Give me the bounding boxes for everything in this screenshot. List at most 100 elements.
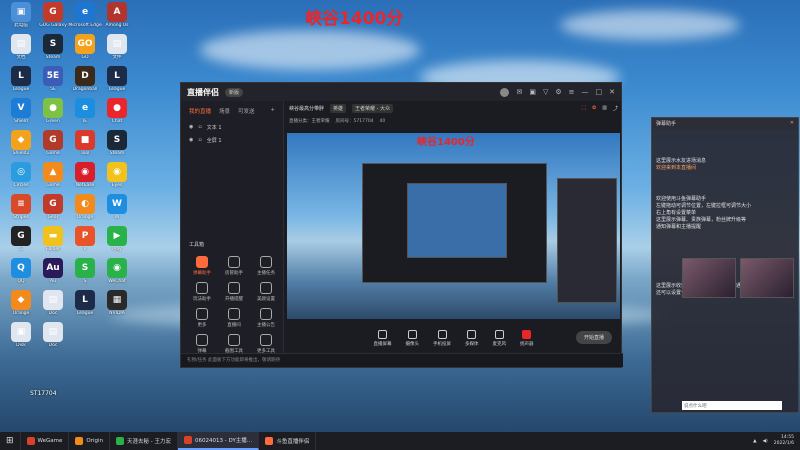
desktop-icon[interactable]: ▤ Doc xyxy=(36,322,70,349)
desktop-icon[interactable]: ▤ 文档 xyxy=(4,34,38,61)
tool-item[interactable]: 直播间 xyxy=(219,308,249,328)
desktop-icon[interactable]: PP xyxy=(68,226,102,253)
desktop-icon[interactable]: ▲ Game xyxy=(36,162,70,189)
live-companion-window[interactable]: 直播伴侣 新版 ✉ ▣ ▽ ⚙ ≡ — □ ✕ 我的直播 场景 可发送 + ◉ … xyxy=(180,82,623,368)
desktop-icon[interactable]: ▤ 文件 xyxy=(100,34,134,61)
taskbar-app[interactable]: WeGame xyxy=(21,432,70,450)
desktop-icon[interactable]: e IE xyxy=(68,98,102,125)
desktop-icon[interactable]: Au Au xyxy=(36,258,70,285)
desktop-icon[interactable]: ◐ Orange xyxy=(68,194,102,221)
taskbar-app[interactable]: Origin xyxy=(69,432,111,450)
desktop-icon[interactable]: A Among Us xyxy=(100,2,134,29)
scene-item[interactable]: ◉ ▫ 文本 1 xyxy=(181,121,283,134)
add-icon[interactable]: + xyxy=(270,107,275,115)
menu-icon[interactable]: ≡ xyxy=(569,88,575,97)
screen-capture-button[interactable]: 直播屏幕 xyxy=(374,329,392,347)
desktop-icon[interactable]: ◎ Circles xyxy=(4,162,38,189)
clock[interactable]: 14:55 2022/1/6 xyxy=(774,435,794,447)
network-icon[interactable]: ▲ xyxy=(753,439,756,444)
media-button[interactable]: 多媒体 xyxy=(465,329,479,347)
eye-icon[interactable]: ◉ xyxy=(189,124,193,131)
desktop-icon[interactable]: ≡ Stripes xyxy=(4,194,38,221)
start-live-button[interactable]: 开始直播 xyxy=(575,331,612,344)
start-button[interactable]: ⊞ xyxy=(0,432,21,450)
speaker-button[interactable]: 扬声器 xyxy=(520,329,534,347)
tab-send[interactable]: 可发送 xyxy=(238,107,255,115)
avatar[interactable] xyxy=(500,87,510,97)
tool-item[interactable]: 房管助手 xyxy=(219,256,249,276)
live-preview[interactable]: 峡谷1400分 xyxy=(287,133,620,319)
microphone-button[interactable]: 麦克风 xyxy=(493,329,506,347)
desktop-icon[interactable]: ◆ Orange xyxy=(4,290,38,317)
tool-item[interactable]: 更多工具 xyxy=(251,334,281,354)
desktop-icon[interactable]: ◉ WeChat xyxy=(100,258,134,285)
desktop-icon[interactable]: L League xyxy=(4,66,38,93)
desktop-icon[interactable]: G Game xyxy=(36,130,70,157)
gear-icon[interactable]: ⚙ xyxy=(555,88,561,97)
desktop-icon[interactable]: ▦ NVIDIA xyxy=(100,290,134,317)
scene-item[interactable]: ◉ ▫ 全屏 1 xyxy=(181,134,283,147)
shirt-icon[interactable]: ▽ xyxy=(543,88,548,97)
desktop-icon[interactable]: S Steam xyxy=(100,130,134,157)
desktop-icon[interactable]: L League xyxy=(68,290,102,317)
camera-button[interactable]: 摄像头 xyxy=(406,329,419,347)
tool-item[interactable]: 弹幕 xyxy=(187,334,217,354)
desktop-icon[interactable]: SS xyxy=(68,258,102,285)
box-icon[interactable]: ▣ xyxy=(529,88,536,97)
desktop-icon[interactable]: e Microsoft Edge xyxy=(68,2,102,29)
desktop-icon[interactable]: V Shield xyxy=(4,98,38,125)
tool-item[interactable]: 弹幕助手 xyxy=(187,256,217,276)
share-icon[interactable]: ⬚ xyxy=(581,105,586,111)
room-tag[interactable]: 英雄 xyxy=(330,103,347,113)
room-category[interactable]: 王者荣耀 - 大众 xyxy=(352,103,394,113)
desktop-icon[interactable]: ● Chat xyxy=(100,98,134,125)
share2-icon[interactable]: ⤴ xyxy=(613,105,618,112)
tool-item[interactable]: 截图工具 xyxy=(219,334,249,354)
desktop-icon[interactable]: Q QQ xyxy=(4,258,38,285)
desktop-icon[interactable]: ◆ Shield2 xyxy=(4,130,38,157)
tool-item[interactable]: 美颜设置 xyxy=(251,282,281,302)
tool-item[interactable]: 主播任务 xyxy=(251,256,281,276)
desktop-icon[interactable]: L League xyxy=(100,66,134,93)
tool-item[interactable]: 玩法助手 xyxy=(187,282,217,302)
desktop-icon[interactable]: ◉ NetEase xyxy=(68,162,102,189)
desktop-icon[interactable]: ▣ 此电脑 xyxy=(4,2,38,29)
desktop-icon[interactable]: ▬ Folder xyxy=(36,226,70,253)
desktop-icon[interactable]: ■ Tool xyxy=(68,130,102,157)
phone-cast-button[interactable]: 手机投屏 xyxy=(433,329,451,347)
tab-live[interactable]: 我的直播 xyxy=(189,107,211,115)
desktop-icon[interactable]: S Steam xyxy=(36,34,70,61)
chart-icon[interactable]: ▥ xyxy=(602,105,607,111)
chat-header[interactable]: 弹幕助手 ✕ xyxy=(652,118,798,130)
desktop-icon[interactable]: GO GO xyxy=(68,34,102,61)
lock-icon[interactable]: ▫ xyxy=(198,124,201,131)
desktop-icon[interactable]: D Dragonball xyxy=(68,66,102,93)
gift-icon[interactable]: ✿ xyxy=(592,105,596,111)
title-bar[interactable]: 直播伴侣 新版 ✉ ▣ ▽ ⚙ ≡ — □ ✕ xyxy=(181,83,621,101)
volume-icon[interactable]: ◀) xyxy=(763,439,768,444)
desktop-icon[interactable]: G Gear xyxy=(36,194,70,221)
mail-icon[interactable]: ✉ xyxy=(516,88,522,97)
desktop-icon[interactable]: GG xyxy=(4,226,38,253)
danmaku-panel[interactable]: 弹幕助手 ✕ 这里展示水友进场消息 欢迎来到本直播间 欢迎使用斗鱼弹幕助手 左键拖动可… xyxy=(651,117,799,413)
taskbar-app[interactable]: 天涯去秘 - 王力宏 xyxy=(110,432,179,450)
chat-input[interactable]: 说点什么吧 xyxy=(682,401,782,410)
taskbar-app[interactable]: 斗鱼直播伴侣 xyxy=(259,432,317,450)
room-title[interactable]: 峡谷最高分带胖 xyxy=(289,105,324,112)
desktop-icon[interactable]: ◉ Eyes xyxy=(100,162,134,189)
desktop-icon[interactable]: ▤ Doc xyxy=(36,290,70,317)
desktop-icon[interactable]: G GOG Galaxy xyxy=(36,2,70,29)
taskbar-app[interactable]: 06024013 - DY主播… xyxy=(178,432,260,450)
eye-icon[interactable]: ◉ xyxy=(189,137,193,144)
desktop-icon[interactable]: ● Green xyxy=(36,98,70,125)
tool-item[interactable]: 开播提醒 xyxy=(219,282,249,302)
close-icon[interactable]: ✕ xyxy=(790,120,794,128)
close-icon[interactable]: ✕ xyxy=(609,88,615,97)
desktop-icon[interactable]: ▣ Disk xyxy=(4,322,38,349)
minimize-icon[interactable]: — xyxy=(582,88,589,97)
maximize-icon[interactable]: □ xyxy=(596,88,603,97)
tool-item[interactable]: 主播公告 xyxy=(251,308,281,328)
tab-scene[interactable]: 场景 xyxy=(219,107,230,115)
desktop-icon[interactable]: ▶ Play xyxy=(100,226,134,253)
tool-item[interactable]: 更多 xyxy=(187,308,217,328)
